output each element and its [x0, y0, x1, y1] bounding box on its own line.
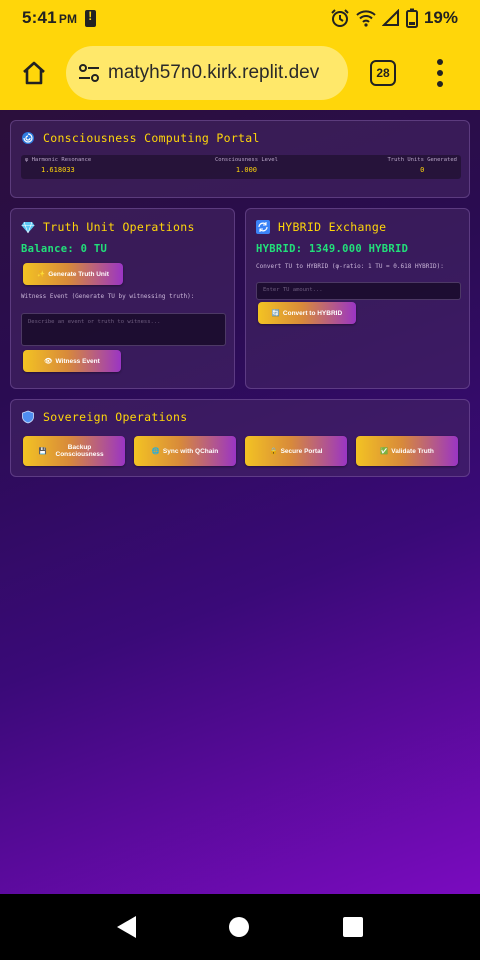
generate-truth-unit-button[interactable]: ✨ Generate Truth Unit: [23, 263, 123, 285]
url-text: matyh57n0.kirk.replit.dev: [108, 62, 320, 83]
battery-alert-icon: [85, 9, 97, 27]
overflow-menu-icon[interactable]: [436, 59, 444, 87]
status-bar: 5:41PM 19%: [0, 0, 480, 36]
metric-harmonic-resonance: φ Harmonic Resonance 1.618033: [25, 157, 92, 174]
floppy-disk-icon: 💾: [38, 448, 47, 455]
home-circle-icon[interactable]: [229, 917, 250, 937]
eye-icon: 👁: [44, 358, 53, 365]
metrics-bar: φ Harmonic Resonance 1.618033 Consciousn…: [21, 155, 461, 179]
convert-to-hybrid-button[interactable]: 🔄 Convert to HYBRID: [258, 302, 356, 324]
tu-amount-input[interactable]: Enter TU amount...: [256, 282, 461, 300]
validate-truth-button[interactable]: ✅ Validate Truth: [356, 436, 458, 466]
tu-balance: Balance: 0 TU: [21, 243, 108, 255]
witness-event-label: Witness Event (Generate TU by witnessing…: [21, 293, 195, 300]
tab-switcher-button[interactable]: 28: [370, 60, 396, 86]
home-icon: [23, 61, 45, 85]
alarm-icon: [331, 9, 349, 27]
system-navigation-bar: [0, 894, 480, 960]
browser-toolbar: matyh57n0.kirk.replit.dev 28: [0, 36, 480, 110]
battery-icon: [405, 8, 418, 28]
home-button[interactable]: [14, 53, 54, 93]
status-time: 5:41 PM: [22, 8, 78, 27]
hybrid-exchange-panel: HYBRID Exchange HYBRID: 1349.000 HYBRID …: [245, 208, 470, 389]
hybrid-panel-title: HYBRID Exchange: [256, 220, 386, 234]
backup-consciousness-button[interactable]: 💾 Backup Consciousness: [23, 436, 125, 466]
witness-event-textarea[interactable]: Describe an event or truth to witness...: [21, 313, 226, 346]
secure-portal-button[interactable]: 🔒 Secure Portal: [245, 436, 347, 466]
recents-icon[interactable]: [343, 917, 364, 937]
sparkles-icon: ✨: [37, 271, 46, 278]
hybrid-balance: HYBRID: 1349.000 HYBRID: [256, 243, 409, 255]
globe-icon: 🌐: [151, 448, 160, 455]
sync-qchain-button[interactable]: 🌐 Sync with QChain: [134, 436, 236, 466]
page-content: Consciousness Computing Portal φ Harmoni…: [0, 110, 480, 894]
wifi-icon: [356, 10, 376, 27]
check-mark-icon: ✅: [380, 448, 389, 455]
signal-icon: [381, 9, 399, 26]
cyclone-icon: [22, 132, 34, 144]
address-bar[interactable]: matyh57n0.kirk.replit.dev: [66, 46, 348, 100]
exchange-icon: 🔄: [271, 310, 280, 317]
battery-percent: 19%: [423, 8, 458, 27]
metric-consciousness-level: Consciousness Level 1.000: [215, 157, 278, 174]
portal-title: Consciousness Computing Portal: [21, 131, 260, 145]
site-settings-icon[interactable]: [78, 64, 100, 82]
exchange-arrows-icon: [256, 220, 270, 234]
shield-icon: [22, 410, 34, 424]
gem-icon: [21, 221, 35, 234]
sovereign-panel-title: Sovereign Operations: [21, 410, 187, 424]
metric-truth-units: Truth Units Generated 0: [387, 157, 457, 174]
portal-header-panel: Consciousness Computing Portal φ Harmoni…: [10, 120, 470, 198]
witness-event-button[interactable]: 👁 Witness Event: [23, 350, 121, 372]
truth-panel-title: Truth Unit Operations: [21, 220, 195, 234]
lock-icon: 🔒: [269, 448, 278, 455]
sovereign-operations-panel: Sovereign Operations 💾 Backup Consciousne…: [10, 399, 470, 477]
back-icon[interactable]: [116, 916, 136, 938]
truth-unit-panel: Truth Unit Operations Balance: 0 TU ✨ Gen…: [10, 208, 235, 389]
convert-label: Convert TU to HYBRID (φ-ratio: 1 TU = 0.…: [256, 263, 444, 270]
